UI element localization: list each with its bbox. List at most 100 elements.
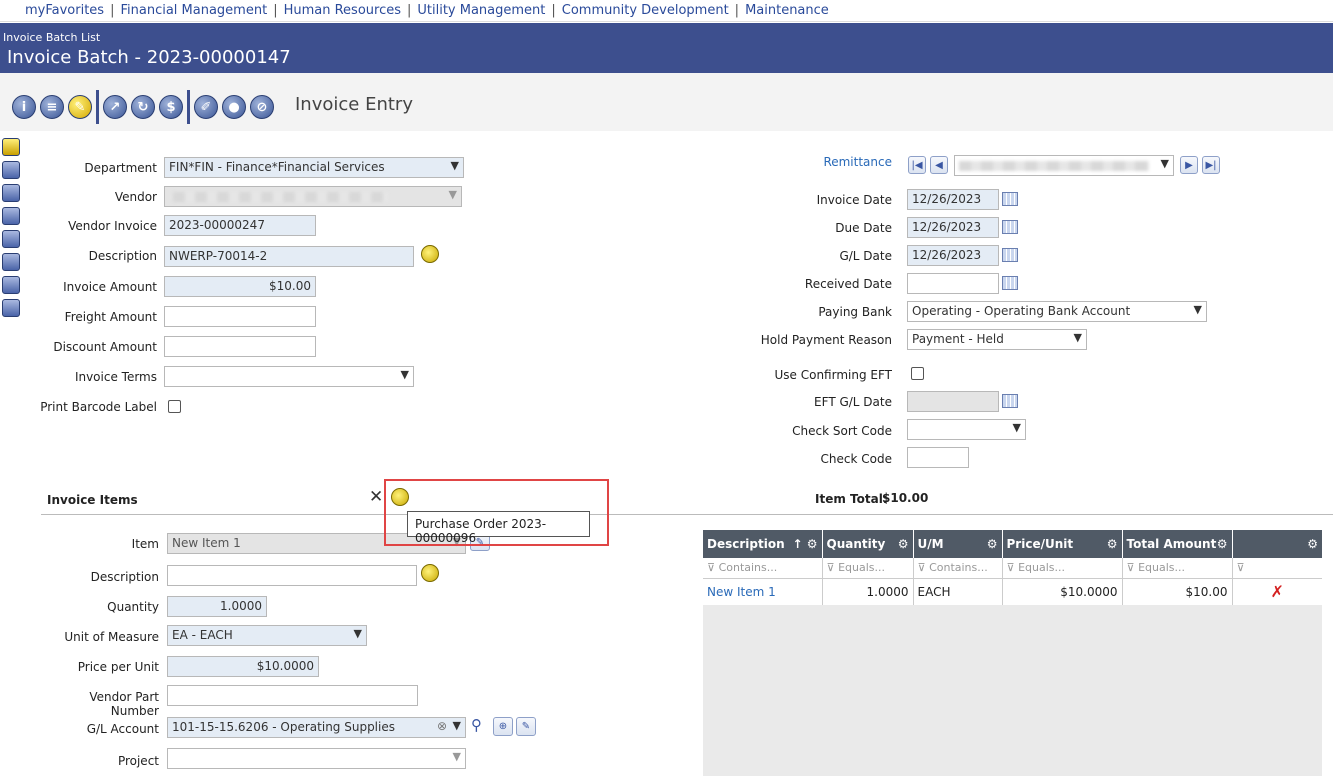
purchase-order-tooltip: Purchase Order 2023-00000096: [407, 511, 590, 545]
col-actions[interactable]: ⚙: [1232, 530, 1322, 558]
price-per-unit-field[interactable]: $10.0000: [167, 656, 319, 677]
discount-amount-field[interactable]: [164, 336, 316, 357]
target-icon[interactable]: ⊕: [493, 717, 513, 736]
calendar-icon[interactable]: [1002, 394, 1018, 408]
filter-price[interactable]: ⊽ Equals...: [1002, 558, 1123, 579]
sidebar-report-icon[interactable]: [2, 276, 20, 294]
project-label: Project: [117, 754, 159, 768]
post-icon[interactable]: ↗: [103, 95, 127, 119]
list-icon[interactable]: ≡: [40, 95, 64, 119]
page-title: Invoice Batch - 2023-00000147: [7, 47, 291, 68]
edit-icon[interactable]: ✎: [68, 95, 92, 119]
item-description-field[interactable]: [167, 565, 417, 586]
invoice-date-field[interactable]: 12/26/2023: [907, 189, 999, 210]
gear-icon[interactable]: ⚙: [1307, 537, 1318, 551]
row-total: $10.00: [1122, 578, 1233, 605]
edit-icon[interactable]: ✎: [516, 717, 536, 736]
paying-bank-select[interactable]: Operating - Operating Bank Account ▼: [907, 301, 1207, 322]
next-icon[interactable]: ▶: [1180, 156, 1198, 174]
filter-total[interactable]: ⊽ Equals...: [1122, 558, 1233, 579]
invoice-amount-field[interactable]: $10.00: [164, 276, 316, 297]
nav-human-resources[interactable]: Human Resources: [284, 3, 401, 18]
filter-quantity[interactable]: ⊽ Equals...: [822, 558, 914, 579]
sidebar-money-icon[interactable]: [2, 207, 20, 225]
filter-actions[interactable]: ⊽: [1232, 558, 1322, 579]
eft-gl-date-field[interactable]: [907, 391, 999, 412]
info-icon[interactable]: i: [12, 95, 36, 119]
chevron-down-icon: ▼: [452, 719, 461, 732]
calendar-icon[interactable]: [1002, 248, 1018, 262]
calendar-icon[interactable]: [1002, 276, 1018, 290]
sidebar-camera-icon[interactable]: [2, 184, 20, 202]
nav-utility-management[interactable]: Utility Management: [417, 3, 545, 18]
sidebar-document-icon[interactable]: [2, 230, 20, 248]
pen-icon[interactable]: ✐: [194, 95, 218, 119]
sidebar-globe-icon[interactable]: [2, 161, 20, 179]
gl-date-field[interactable]: 12/26/2023: [907, 245, 999, 266]
due-date-field[interactable]: 12/26/2023: [907, 217, 999, 238]
gear-icon[interactable]: ⚙: [1217, 537, 1228, 551]
first-icon[interactable]: |◀: [908, 156, 926, 174]
nav-community-development[interactable]: Community Development: [562, 3, 729, 18]
check-sort-code-select[interactable]: ▼: [907, 419, 1026, 440]
lookup-icon[interactable]: [421, 564, 439, 582]
money-icon[interactable]: $: [159, 95, 183, 119]
sidebar-notes-icon[interactable]: [2, 299, 20, 317]
gear-icon[interactable]: ⚙: [898, 537, 909, 551]
breadcrumb[interactable]: Invoice Batch List: [3, 31, 100, 44]
check-code-field[interactable]: [907, 447, 969, 468]
check-code-label: Check Code: [820, 452, 892, 466]
col-price[interactable]: Price/Unit ⚙: [1002, 530, 1123, 558]
lookup-icon[interactable]: [421, 245, 439, 263]
unit-of-measure-label: Unit of Measure: [64, 630, 159, 644]
received-date-field[interactable]: [907, 273, 999, 294]
col-quantity[interactable]: Quantity ⚙: [822, 530, 914, 558]
col-total[interactable]: Total Amount ⚙: [1122, 530, 1233, 558]
item-total-value: $10.00: [882, 491, 929, 505]
gl-account-select[interactable]: 101-15-15.6206 - Operating Supplies ⊗ ▼: [167, 717, 466, 738]
due-date-label: Due Date: [835, 221, 892, 235]
calendar-icon[interactable]: [1002, 220, 1018, 234]
description-field[interactable]: NWERP-70014-2: [164, 246, 414, 267]
gear-icon[interactable]: ⚙: [1107, 537, 1118, 551]
invoice-terms-select[interactable]: ▼: [164, 366, 414, 387]
print-barcode-checkbox[interactable]: [168, 400, 181, 413]
row-description[interactable]: New Item 1: [703, 578, 823, 605]
cancel-icon[interactable]: ⊘: [250, 95, 274, 119]
table-row[interactable]: New Item 1 1.0000 EACH $10.0000 $10.00 ✗: [703, 578, 1322, 605]
remittance-label[interactable]: Remittance: [800, 155, 892, 169]
sidebar-grid-icon[interactable]: [2, 253, 20, 271]
vendor-part-number-field[interactable]: [167, 685, 418, 706]
nav-myfavorites[interactable]: myFavorites: [25, 3, 104, 18]
sidebar-edit-icon[interactable]: [2, 138, 20, 156]
chevron-down-icon: ▼: [1012, 421, 1021, 434]
chevron-down-icon: ▼: [353, 627, 362, 640]
chevron-down-icon: ▼: [1193, 303, 1202, 316]
quantity-field[interactable]: 1.0000: [167, 596, 267, 617]
gear-icon[interactable]: ⚙: [987, 537, 998, 551]
calendar-icon[interactable]: [1002, 192, 1018, 206]
filter-um[interactable]: ⊽ Contains...: [913, 558, 1003, 579]
hold-payment-select[interactable]: Payment - Held ▼: [907, 329, 1087, 350]
nav-financial-management[interactable]: Financial Management: [120, 3, 267, 18]
col-description[interactable]: Description ↑ ⚙: [703, 530, 823, 558]
nav-maintenance[interactable]: Maintenance: [745, 3, 829, 18]
search-icon[interactable]: ⚲: [471, 716, 482, 734]
refresh-icon[interactable]: ↻: [131, 95, 155, 119]
clear-icon[interactable]: ⊗: [437, 719, 447, 733]
delete-icon[interactable]: ✗: [1232, 578, 1322, 605]
filter-description[interactable]: ⊽ Contains...: [703, 558, 823, 579]
col-um[interactable]: U/M ⚙: [913, 530, 1003, 558]
unit-of-measure-select[interactable]: EA - EACH ▼: [167, 625, 367, 646]
previous-icon[interactable]: ◀: [930, 156, 948, 174]
vendor-select[interactable]: ▼: [164, 186, 462, 207]
freight-amount-field[interactable]: [164, 306, 316, 327]
project-select[interactable]: ▼: [167, 748, 466, 769]
drop-icon[interactable]: ●: [222, 95, 246, 119]
last-icon[interactable]: ▶|: [1202, 156, 1220, 174]
department-select[interactable]: FIN*FIN - Finance*Financial Services ▼: [164, 157, 464, 178]
close-icon[interactable]: ✕: [369, 487, 383, 507]
remittance-select[interactable]: ▼: [954, 155, 1174, 176]
vendor-invoice-field[interactable]: 2023-00000247: [164, 215, 316, 236]
use-confirming-eft-checkbox[interactable]: [911, 367, 924, 380]
